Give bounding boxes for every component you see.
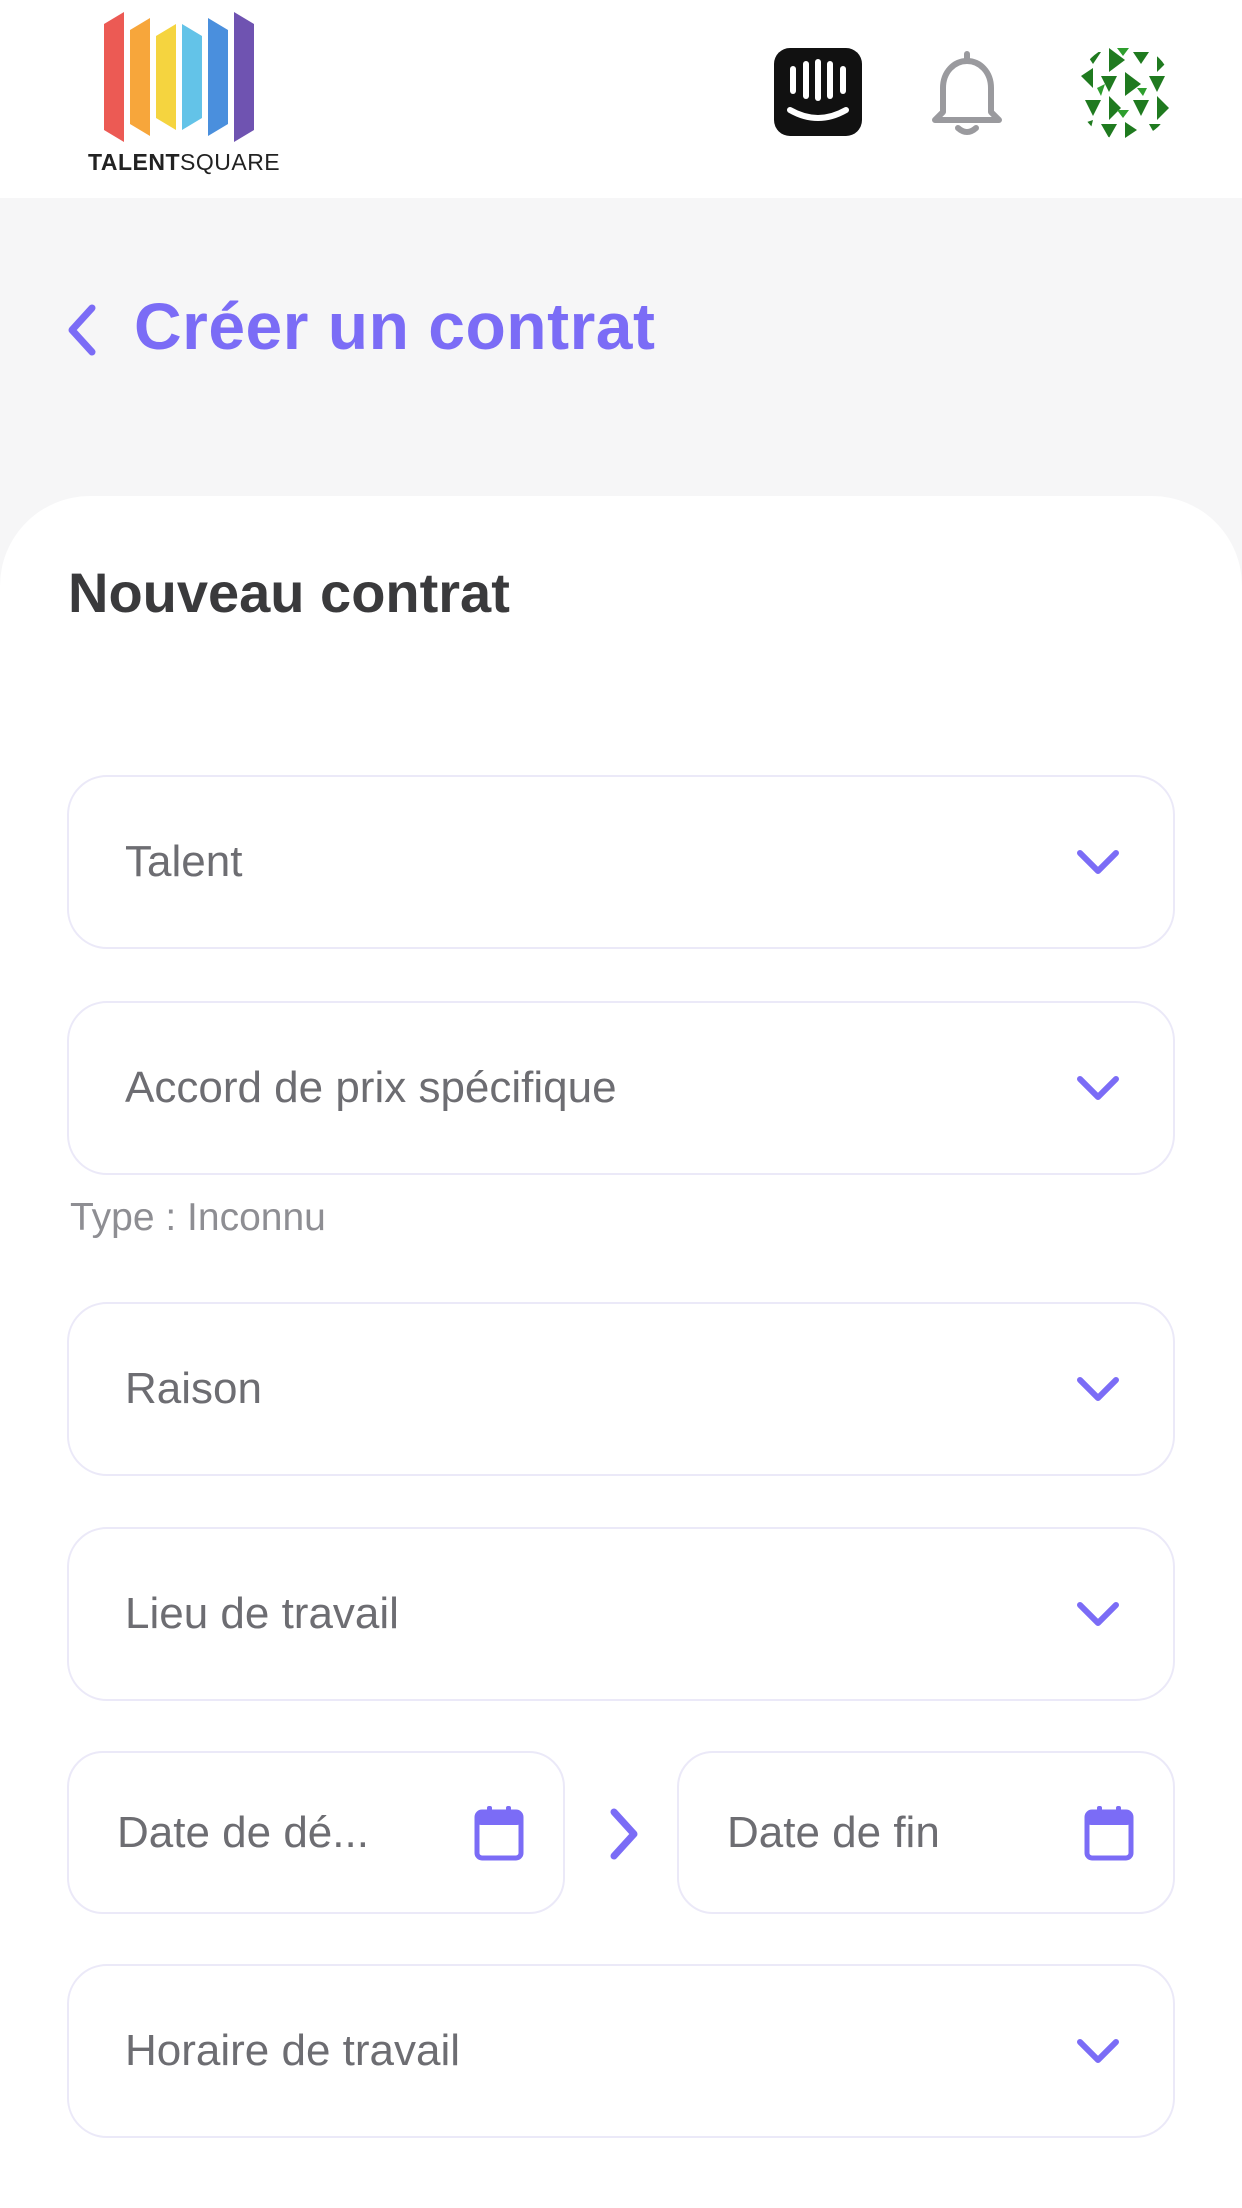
form-title: Nouveau contrat (68, 561, 510, 624)
intercom-chat-icon[interactable] (774, 48, 862, 136)
page-title: Créer un contrat (134, 289, 656, 363)
workplace-placeholder: Lieu de travail (125, 1589, 399, 1638)
work-schedule-select[interactable]: Horaire de travail (67, 1964, 1175, 2138)
chevron-down-icon (1077, 1076, 1119, 1100)
back-arrow-icon[interactable] (62, 300, 102, 360)
end-date-field[interactable]: Date de fin (677, 1751, 1175, 1914)
chevron-right-icon (610, 1808, 638, 1860)
reason-placeholder: Raison (125, 1364, 262, 1413)
chevron-down-icon (1077, 2039, 1119, 2063)
reason-select[interactable]: Raison (67, 1302, 1175, 1476)
logo-wordmark: TALENTSQUARE (88, 149, 281, 175)
start-date-field[interactable]: Date de dé... (67, 1751, 565, 1914)
workplace-select[interactable]: Lieu de travail (67, 1527, 1175, 1701)
chevron-down-icon (1077, 850, 1119, 874)
price-agreement-placeholder: Accord de prix spécifique (125, 1063, 617, 1112)
talentsquare-logo[interactable]: TALENTSQUARE (88, 12, 281, 182)
end-date-placeholder: Date de fin (727, 1807, 940, 1857)
calendar-icon[interactable] (473, 1804, 525, 1862)
price-agreement-select[interactable]: Accord de prix spécifique (67, 1001, 1175, 1175)
calendar-icon[interactable] (1083, 1804, 1135, 1862)
price-type-hint: Type : Inconnu (70, 1196, 326, 1239)
talent-select[interactable]: Talent (67, 775, 1175, 949)
chevron-down-icon (1077, 1602, 1119, 1626)
talent-select-placeholder: Talent (125, 837, 243, 886)
bell-icon[interactable] (927, 48, 1007, 138)
start-date-placeholder: Date de dé... (117, 1807, 369, 1857)
work-schedule-placeholder: Horaire de travail (125, 2026, 461, 2075)
logo-bars-icon (104, 12, 254, 142)
avatar[interactable] (1077, 44, 1173, 140)
chevron-down-icon (1077, 1377, 1119, 1401)
top-bar: TALENTSQUARE (0, 0, 1242, 198)
